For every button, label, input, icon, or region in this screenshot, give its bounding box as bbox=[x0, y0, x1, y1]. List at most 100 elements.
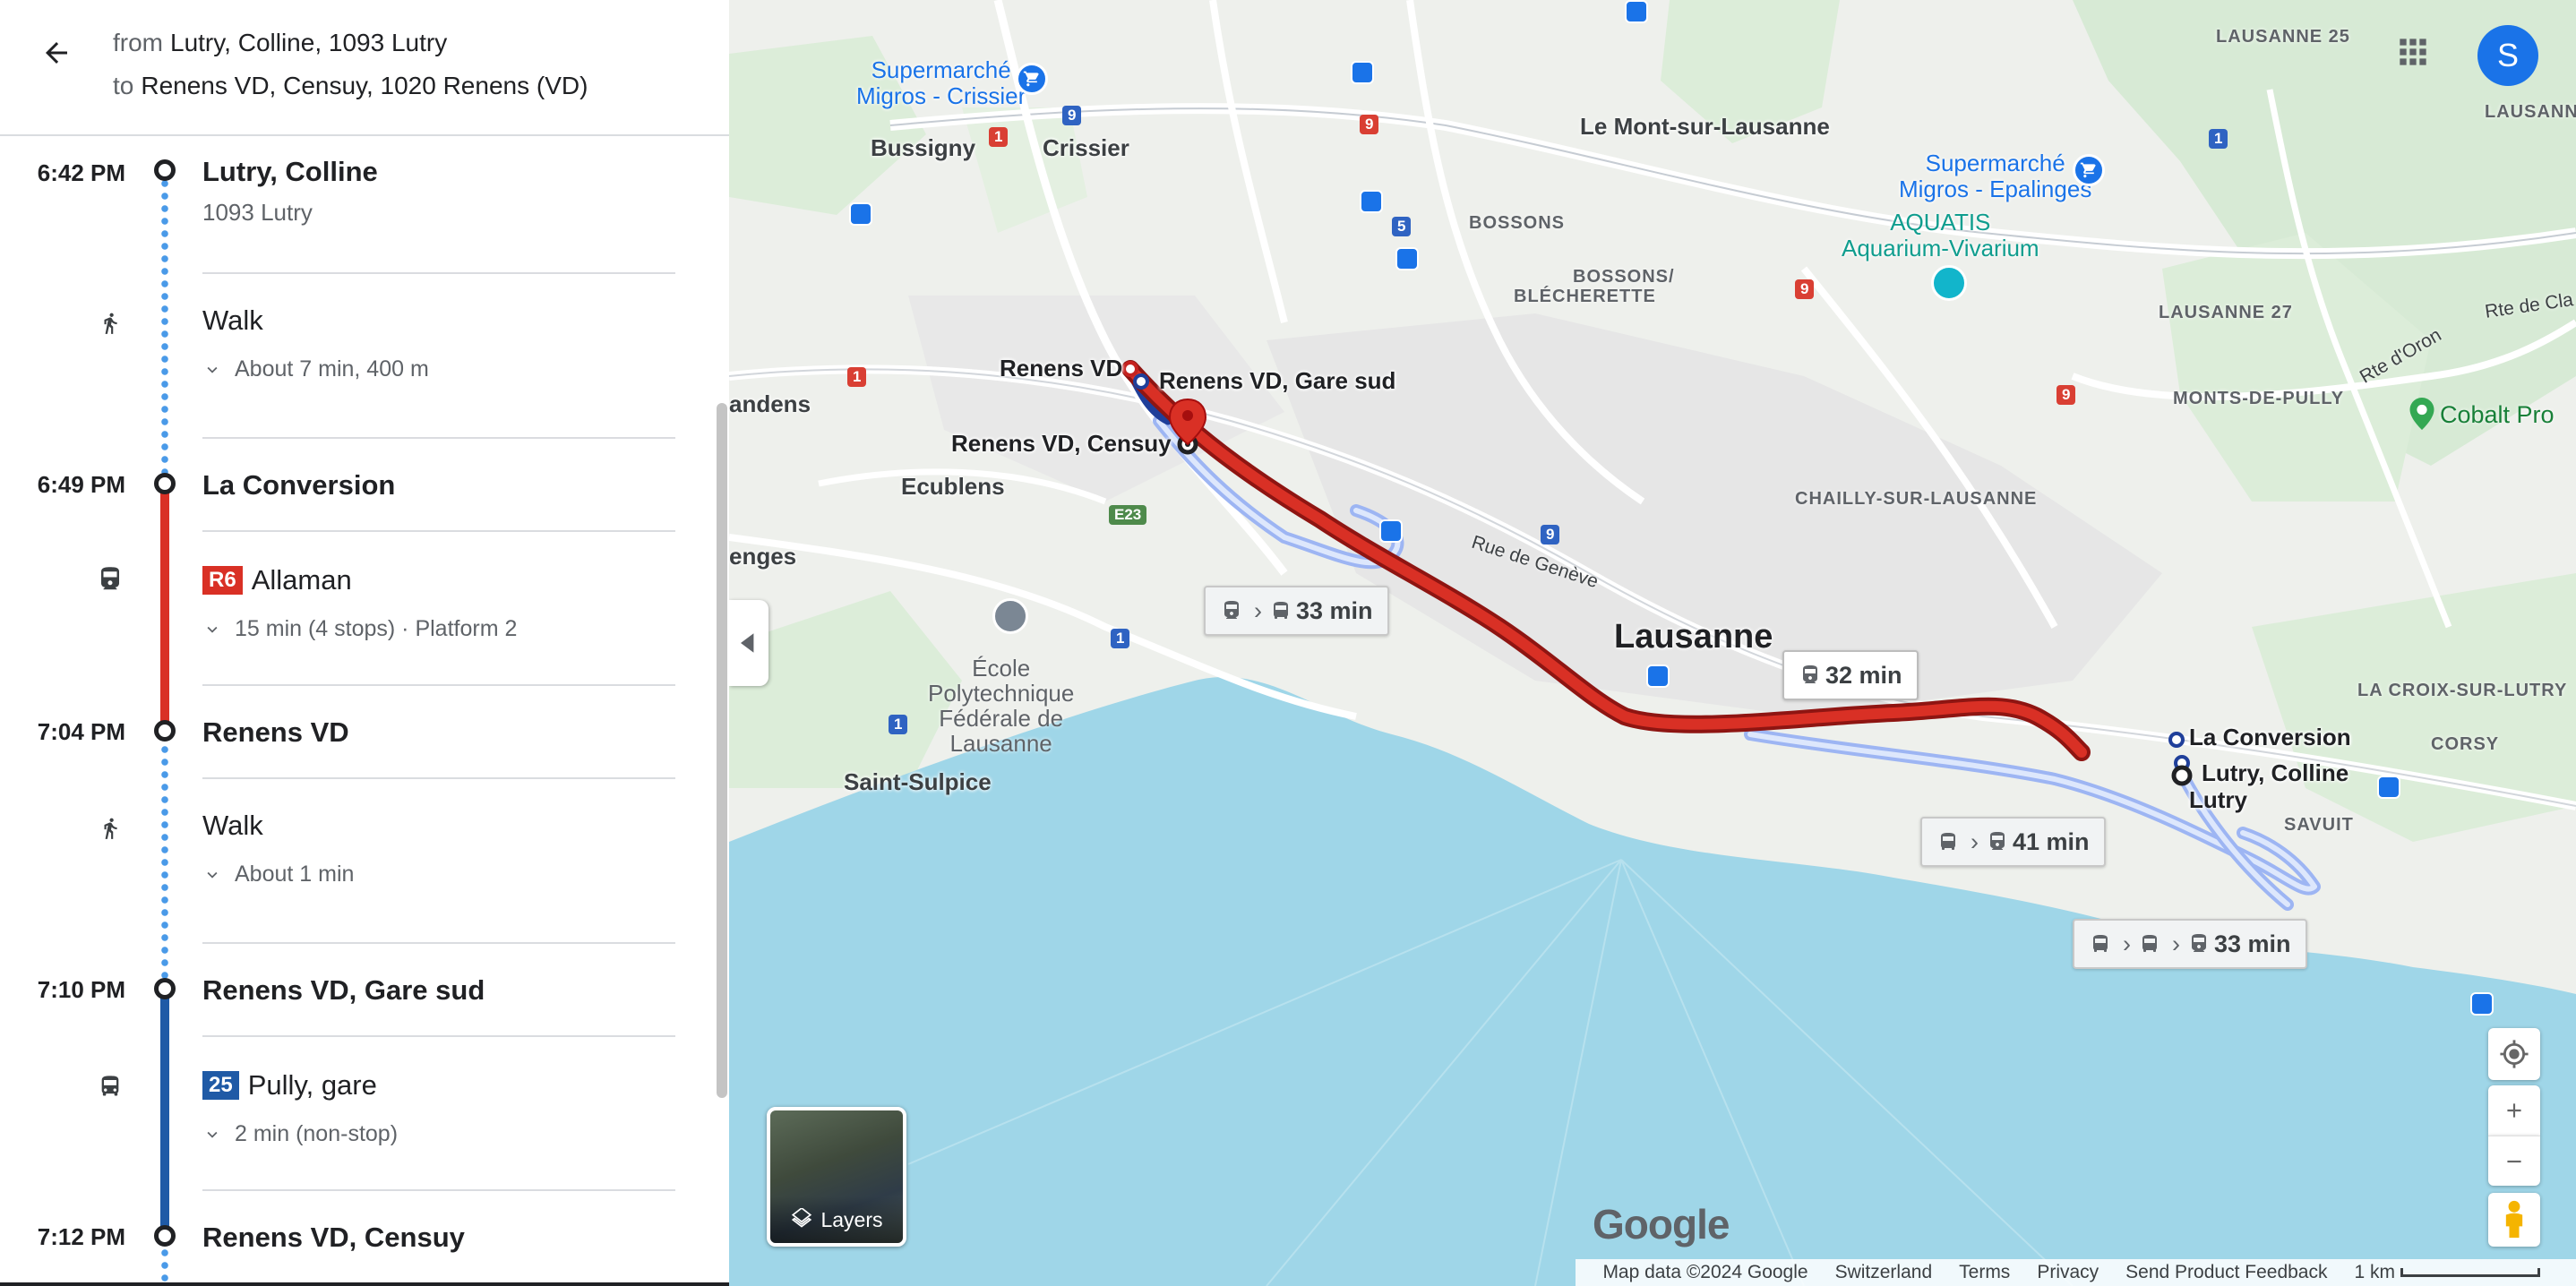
stop-name[interactable]: Lutry, Colline bbox=[202, 156, 378, 188]
poi-label[interactable]: Supermarché Migros - Epalinges bbox=[1899, 150, 2091, 202]
road-shield: 1 bbox=[1111, 629, 1130, 648]
road-shield: 1 bbox=[989, 127, 1009, 147]
transit-stop-icon[interactable] bbox=[1351, 61, 1374, 84]
chevron-down-icon bbox=[202, 1125, 222, 1145]
shopping-icon[interactable] bbox=[2073, 154, 2105, 186]
zoom-in-button[interactable] bbox=[2488, 1085, 2540, 1136]
stop-marker bbox=[154, 978, 176, 999]
bus-line[interactable]: 25 Pully, gare bbox=[202, 1069, 377, 1102]
route-origin[interactable]: from Lutry, Colline, 1093 Lutry bbox=[113, 29, 447, 57]
train-icon bbox=[2187, 932, 2211, 956]
transit-stop-icon[interactable] bbox=[849, 202, 872, 226]
map-stop-label[interactable]: Lutry, Colline bbox=[2202, 759, 2348, 787]
privacy-link[interactable]: Privacy bbox=[2037, 1262, 2099, 1283]
poi-line: Supermarché bbox=[871, 56, 1011, 83]
send-feedback-link[interactable]: Send Product Feedback bbox=[2125, 1262, 2327, 1283]
route-header: from Lutry, Colline, 1093 Lutry to Renens … bbox=[0, 0, 729, 136]
minus-icon bbox=[2507, 1160, 2521, 1162]
destination-text: Renens VD, Censuy, 1020 Renens (VD) bbox=[141, 72, 588, 99]
google-apps-button[interactable] bbox=[2393, 32, 2433, 72]
walk-details-toggle[interactable]: About 7 min, 400 m bbox=[202, 356, 429, 382]
from-prefix: from bbox=[113, 29, 163, 56]
walk-title: Walk bbox=[202, 810, 263, 841]
stop-name[interactable]: Renens VD, Censuy bbox=[202, 1222, 465, 1254]
park-pin-icon[interactable] bbox=[2409, 398, 2434, 430]
chevron-down-icon bbox=[202, 865, 222, 885]
line-badge: R6 bbox=[202, 566, 243, 595]
walk-segment-line bbox=[161, 1247, 168, 1286]
train-icon bbox=[1986, 830, 2009, 853]
district-label: CHAILLY-SUR-LAUSANNE bbox=[1795, 489, 2038, 509]
to-prefix: to bbox=[113, 72, 134, 99]
account-avatar[interactable]: S bbox=[2477, 25, 2538, 86]
shopping-icon[interactable] bbox=[1016, 63, 1048, 95]
stop-address: 1093 Lutry bbox=[202, 199, 313, 226]
line-badge: 25 bbox=[202, 1071, 239, 1100]
route-option-alt-2[interactable]: › 41 min bbox=[1920, 817, 2106, 867]
map-stop-label[interactable]: Renens VD, Censuy bbox=[951, 430, 1172, 458]
scale-bar[interactable]: 1 km bbox=[2354, 1262, 2540, 1283]
stop-name[interactable]: Renens VD bbox=[202, 716, 349, 749]
school-icon[interactable] bbox=[992, 598, 1028, 634]
aquarium-icon[interactable] bbox=[1931, 265, 1967, 301]
transit-stop-icon[interactable] bbox=[1379, 519, 1403, 543]
itinerary-steps: 6:42 PM Lutry, Colline 1093 Lutry Walk A… bbox=[0, 138, 717, 1286]
panel-scrollbar[interactable] bbox=[717, 403, 727, 1098]
poi-label[interactable]: Cobalt Pro bbox=[2440, 401, 2555, 429]
country-link[interactable]: Switzerland bbox=[1835, 1262, 1933, 1283]
stop-name[interactable]: La Conversion bbox=[202, 469, 395, 502]
street-view-pegman[interactable] bbox=[2488, 1193, 2540, 1247]
poi-line: Migros - Epalinges bbox=[1899, 176, 2092, 202]
back-button[interactable] bbox=[32, 29, 81, 77]
map-canvas[interactable]: Bussigny Crissier Le Mont-sur-Lausanne L… bbox=[729, 0, 2576, 1286]
poi-line: Polytechnique bbox=[928, 680, 1075, 707]
place-label: enges bbox=[729, 543, 797, 570]
route-duration: 33 min bbox=[1296, 596, 1373, 624]
chevron-down-icon bbox=[202, 620, 222, 639]
map-stop-label[interactable]: Renens VD bbox=[1000, 355, 1122, 382]
my-location-button[interactable] bbox=[2488, 1028, 2540, 1080]
poi-label[interactable]: École Polytechnique Fédérale de Lausanne bbox=[928, 656, 1074, 756]
train-segment-line bbox=[160, 485, 169, 733]
divider bbox=[202, 1035, 675, 1037]
departure-time: 6:42 PM bbox=[37, 159, 125, 186]
train-line[interactable]: R6 Allaman bbox=[202, 564, 352, 596]
arrival-time: 7:04 PM bbox=[37, 718, 125, 745]
map-stop-label[interactable]: Lutry bbox=[2189, 786, 2247, 814]
place-label: Bussigny bbox=[871, 134, 976, 161]
transit-stop-icon[interactable] bbox=[1395, 247, 1419, 270]
plus-icon bbox=[2507, 1103, 2521, 1118]
route-option-selected[interactable]: 32 min bbox=[1782, 650, 1919, 700]
zoom-out-button[interactable] bbox=[2488, 1136, 2540, 1186]
bus-headsign: Pully, gare bbox=[247, 1069, 377, 1101]
stop-name[interactable]: Renens VD, Gare sud bbox=[202, 974, 485, 1007]
terms-link[interactable]: Terms bbox=[1959, 1262, 2010, 1283]
map-stop-label[interactable]: Renens VD, Gare sud bbox=[1159, 367, 1395, 395]
walk-detail-text: About 7 min, 400 m bbox=[235, 356, 429, 382]
transit-stop-icon[interactable] bbox=[1625, 0, 1648, 23]
transit-stop-icon[interactable] bbox=[2470, 992, 2494, 1016]
walk-details-toggle[interactable]: About 1 min bbox=[202, 862, 354, 887]
arrow-back-icon bbox=[46, 42, 67, 64]
transit-stop-icon[interactable] bbox=[1360, 190, 1383, 213]
bus-detail-text: 2 min (non-stop) bbox=[235, 1121, 399, 1146]
transit-stop-icon[interactable] bbox=[2377, 776, 2400, 799]
google-logo: Google bbox=[1593, 1200, 1730, 1248]
map-stop-label[interactable]: La Conversion bbox=[2189, 724, 2351, 751]
train-icon bbox=[97, 566, 124, 593]
bus-details-toggle[interactable]: 2 min (non-stop) bbox=[202, 1121, 398, 1147]
chevron-right-icon: › bbox=[1254, 596, 1262, 624]
apps-grid-icon bbox=[2400, 39, 2426, 65]
route-destination[interactable]: to Renens VD, Censuy, 1020 Renens (VD) bbox=[113, 72, 588, 100]
collapse-panel-button[interactable] bbox=[729, 600, 769, 686]
poi-label[interactable]: AQUATIS Aquarium-Vivarium bbox=[1842, 210, 2039, 261]
bus-segment-line bbox=[160, 992, 169, 1239]
map-data-attribution: Map data ©2024 Google bbox=[1602, 1262, 1808, 1282]
divider bbox=[202, 272, 675, 274]
train-details-toggle[interactable]: 15 min (4 stops) · Platform 2 bbox=[202, 616, 517, 642]
transit-stop-icon[interactable] bbox=[1646, 664, 1670, 688]
route-option-alt-1[interactable]: › 33 min bbox=[1204, 586, 1389, 636]
route-option-alt-3[interactable]: › › 33 min bbox=[2073, 919, 2307, 969]
poi-label[interactable]: Supermarché Migros - Crissier bbox=[856, 57, 1026, 109]
layers-button[interactable]: Layers bbox=[767, 1107, 906, 1247]
